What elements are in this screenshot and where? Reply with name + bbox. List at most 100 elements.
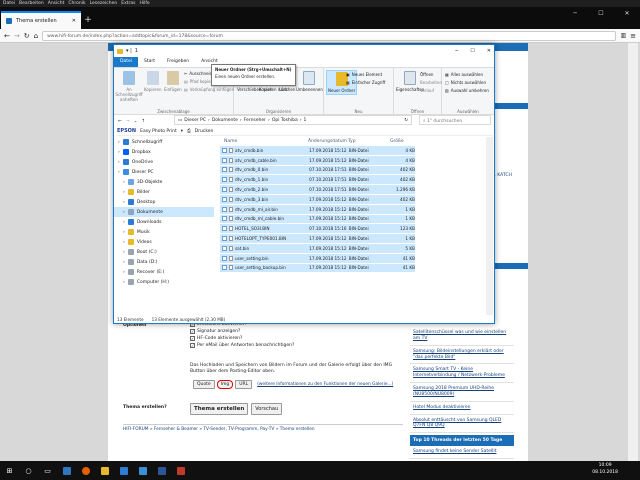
file-row[interactable]: sat.bin 17.09.2018 15:12 BIN-Datei 5 KB: [220, 243, 415, 254]
sidebar-link[interactable]: Samsung findet keine Sender Satellit: [410, 446, 514, 460]
menu-item[interactable]: Lesezeichen: [90, 1, 118, 6]
checkbox[interactable]: ✓: [190, 336, 195, 341]
nav-item[interactable]: › Schnellzugriff: [114, 137, 214, 147]
crumb[interactable]: Dieser PC: [184, 118, 206, 123]
nav-item[interactable]: › OneDrive: [114, 157, 214, 167]
maximize-icon[interactable]: ☐: [470, 48, 474, 54]
close-window-icon[interactable]: ✕: [487, 48, 491, 54]
row-checkbox[interactable]: [222, 177, 227, 183]
edit-button[interactable]: Bearbeiten: [420, 80, 442, 85]
mail-icon[interactable]: [133, 461, 152, 480]
tab-start[interactable]: Start: [138, 57, 161, 67]
search-icon[interactable]: ○: [19, 461, 38, 480]
sidebar-link[interactable]: Samsung 2018 Premium UHD-Reihe (NU8500/N…: [410, 383, 514, 402]
home-icon[interactable]: ⌂: [34, 32, 38, 40]
reload-icon[interactable]: ↻: [24, 32, 30, 40]
nav-item[interactable]: › Data (D:): [114, 257, 214, 267]
checkbox[interactable]: ✓: [190, 329, 195, 334]
system-clock[interactable]: 10:09 08.10.2018: [592, 463, 618, 477]
nav-item[interactable]: › Desktop: [114, 197, 214, 207]
easy-access-button[interactable]: ▦ Einfacher Zugriff: [346, 80, 385, 85]
chevron-right-icon[interactable]: ›: [123, 200, 125, 205]
menu-item[interactable]: Hilfe: [139, 1, 149, 6]
nav-item[interactable]: › Boot (C:): [114, 247, 214, 257]
create-topic-button[interactable]: Thema erstellen: [190, 403, 249, 415]
maximize-icon[interactable]: ☐: [588, 7, 614, 29]
url-bar[interactable]: www.hifi-forum.de/index.php?action=addto…: [42, 30, 617, 41]
new-tab-icon[interactable]: +: [81, 11, 95, 29]
taskview-icon[interactable]: ▭: [38, 461, 57, 480]
file-row[interactable]: dtv_cmdb_2.bin 07.10.2018 17:51 BIN-Datei 1…: [220, 185, 415, 195]
chevron-right-icon[interactable]: ›: [123, 190, 125, 195]
nav-item[interactable]: › Musik: [114, 227, 214, 237]
quick-access-toolbar[interactable]: ▾ |: [126, 48, 132, 54]
windows-icon[interactable]: ⊞: [0, 461, 19, 480]
row-checkbox[interactable]: [222, 226, 227, 232]
chevron-right-icon[interactable]: ›: [118, 140, 120, 145]
crumb[interactable]: Fernseher: [244, 118, 266, 123]
print-button[interactable]: Drucken: [195, 129, 214, 134]
edge-icon[interactable]: [57, 461, 76, 480]
app-icon[interactable]: [171, 461, 190, 480]
col-name[interactable]: Name: [220, 139, 308, 144]
chevron-right-icon[interactable]: ›: [118, 150, 120, 155]
open-button[interactable]: Öffnen: [420, 72, 433, 77]
back-icon[interactable]: ←: [4, 32, 10, 40]
img-button[interactable]: Img: [216, 380, 234, 389]
chevron-right-icon[interactable]: ›: [123, 180, 125, 185]
select-all-button[interactable]: ▦ Alles auswählen: [445, 72, 483, 77]
crumb[interactable]: Dokumente: [212, 118, 238, 123]
breadcrumb[interactable]: HIFI-FORUM » Fernseher & Beamer » TV-Sen…: [123, 424, 403, 432]
sidebar-link[interactable]: Hotel Modus deaktivieren: [410, 401, 514, 415]
chevron-right-icon[interactable]: ›: [123, 220, 125, 225]
easy-photo-print-button[interactable]: Easy Photo Print: [140, 129, 177, 134]
file-row[interactable]: dtv_cmdb_ml_cable.bin 17.09.2018 15:12 BIN…: [220, 214, 415, 225]
option-notify[interactable]: ✓ Per eMail über Antworten benachrichtige…: [190, 342, 410, 349]
chevron-right-icon[interactable]: ›: [123, 270, 125, 275]
quote-button[interactable]: Quote: [193, 380, 215, 389]
forward-icon[interactable]: →: [126, 119, 130, 124]
file-row[interactable]: HOTEL_SO3I.BIN 07.10.2018 15:16 BIN-Datei 1…: [220, 224, 415, 235]
checkbox[interactable]: ✓: [190, 343, 195, 348]
chevron-right-icon[interactable]: ›: [123, 250, 125, 255]
row-checkbox[interactable]: [222, 147, 227, 153]
preview-button[interactable]: Vorschau: [251, 403, 283, 415]
chevron-right-icon[interactable]: ›: [118, 160, 120, 165]
minimize-icon[interactable]: ─: [562, 7, 588, 29]
minimize-icon[interactable]: ─: [455, 48, 458, 54]
nav-item[interactable]: › Computer (H:): [114, 277, 214, 287]
col-date[interactable]: Änderungsdatum: [308, 139, 348, 144]
crumb[interactable]: 1: [304, 118, 307, 123]
dropdown-icon[interactable]: ▾: [181, 129, 183, 134]
forward-icon[interactable]: →: [14, 32, 20, 40]
browser-tab[interactable]: Thema erstellen ✕: [1, 11, 81, 29]
back-icon[interactable]: ←: [118, 119, 122, 124]
nav-item[interactable]: › Dokumente: [114, 207, 214, 217]
row-checkbox[interactable]: [222, 236, 227, 242]
col-type[interactable]: Typ: [348, 139, 390, 144]
chevron-right-icon[interactable]: ›: [123, 210, 125, 215]
file-row[interactable]: atv_cmdb.bin 17.09.2018 15:12 BIN-Datei 4 K…: [220, 146, 415, 156]
file-row[interactable]: HOTELOPT_TYPE001.BIN 17.09.2018 15:12 BIN-…: [220, 234, 415, 244]
page-scrollbar[interactable]: [628, 43, 638, 461]
recent-icon[interactable]: ⌄: [134, 119, 138, 124]
close-tab-icon[interactable]: ✕: [72, 18, 76, 24]
chevron-right-icon[interactable]: ›: [123, 260, 125, 265]
url-button[interactable]: URL: [235, 380, 253, 389]
nav-item[interactable]: › Videos: [114, 237, 214, 247]
nav-item[interactable]: › Dropbox: [114, 147, 214, 157]
menu-item[interactable]: Datei: [3, 1, 15, 6]
up-icon[interactable]: ↑: [141, 119, 145, 124]
address-bar[interactable]: ▭ Dieser PC › Dokumente › Fernseher › Opi T…: [174, 115, 412, 125]
sidebar-link[interactable]: Absolut enttäuscht von Samsung QLED Q7FN…: [410, 414, 514, 434]
row-checkbox[interactable]: [222, 206, 227, 212]
paste-shortcut-button[interactable]: ▤ Verknüpfung einfügen: [184, 87, 234, 92]
chevron-right-icon[interactable]: ›: [123, 230, 125, 235]
nav-item[interactable]: › Dieser PC: [114, 167, 214, 177]
explorer-icon[interactable]: [95, 461, 114, 480]
chevron-right-icon[interactable]: ›: [123, 240, 125, 245]
nav-item[interactable]: › Bilder: [114, 187, 214, 197]
pin-quick-access-button[interactable]: An Schnellzugriff anheften: [115, 71, 143, 102]
col-size[interactable]: Größe: [390, 139, 415, 144]
menu-icon[interactable]: ≡: [630, 32, 636, 40]
